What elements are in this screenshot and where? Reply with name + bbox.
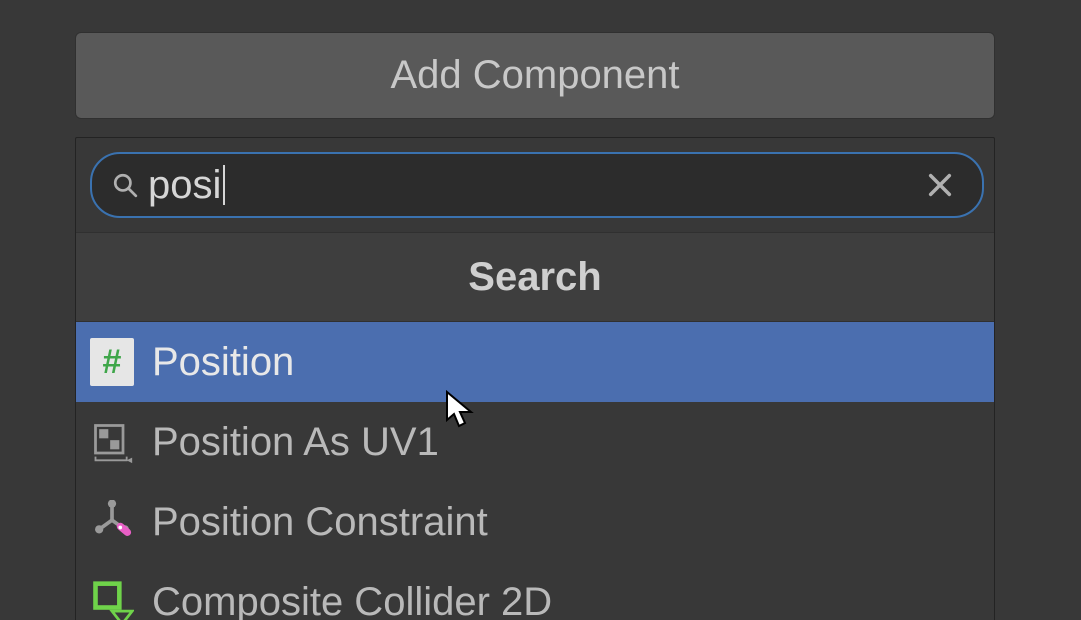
collider2d-icon: [88, 578, 136, 620]
component-search-dropdown: posi Search Position: [75, 137, 995, 620]
result-label: Position Constraint: [152, 500, 488, 545]
result-label: Composite Collider 2D: [152, 580, 552, 620]
uv-icon: [88, 418, 136, 466]
search-section-header: Search: [76, 232, 994, 322]
result-label: Position: [152, 340, 294, 385]
script-icon: [88, 338, 136, 386]
add-component-label: Add Component: [390, 53, 679, 98]
search-value: posi: [148, 165, 926, 205]
constraint-icon: [88, 498, 136, 546]
search-results-list: Position Position As UV1: [76, 322, 994, 620]
result-item-position[interactable]: Position: [76, 322, 994, 402]
result-item-position-constraint[interactable]: Position Constraint: [76, 482, 994, 562]
result-item-position-as-uv1[interactable]: Position As UV1: [76, 402, 994, 482]
add-component-button[interactable]: Add Component: [75, 32, 995, 119]
result-item-composite-collider-2d[interactable]: Composite Collider 2D: [76, 562, 994, 620]
search-icon: [112, 172, 138, 198]
text-caret: [223, 165, 225, 205]
clear-search-icon[interactable]: [926, 171, 954, 199]
result-label: Position As UV1: [152, 420, 439, 465]
search-input[interactable]: posi: [90, 152, 984, 218]
